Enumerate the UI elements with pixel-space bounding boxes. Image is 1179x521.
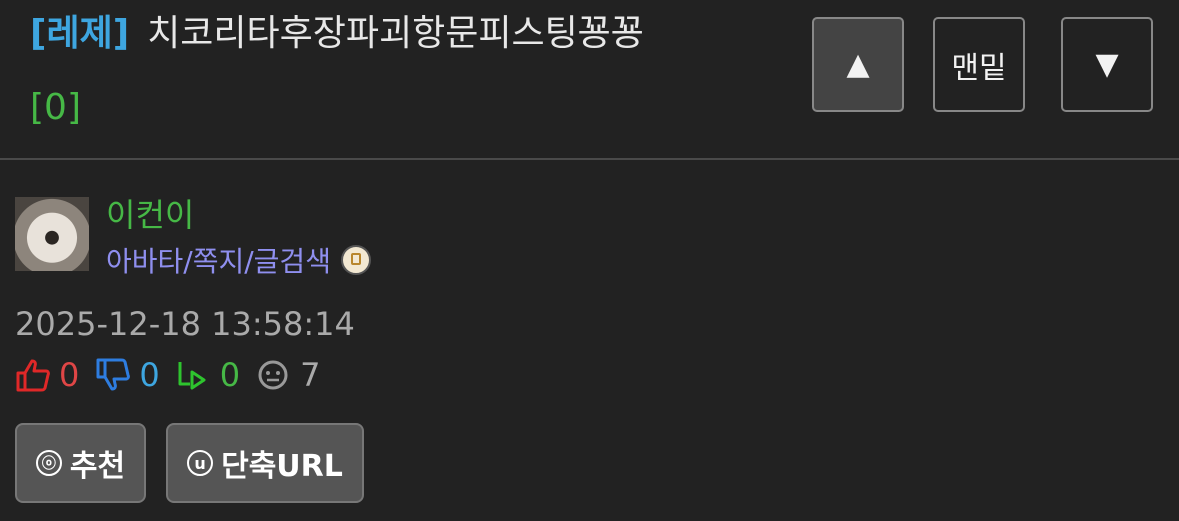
- short-url-icon: u: [187, 450, 214, 476]
- upvote-count: 0: [59, 356, 80, 394]
- recommend-icon: ⓞ: [35, 450, 62, 476]
- short-url-icon-glyph: u: [194, 453, 206, 473]
- share-stat[interactable]: 0: [176, 356, 240, 394]
- upvote-stat[interactable]: 0: [15, 356, 79, 394]
- post-date: 2025-12-18 13:58:14: [15, 305, 355, 343]
- comment-count[interactable]: [0]: [30, 86, 790, 130]
- share-arrow-icon: [178, 362, 206, 390]
- short-url-label: 단축URL: [221, 449, 343, 484]
- header-divider: [0, 158, 1179, 160]
- scroll-down-button[interactable]: ▼: [1061, 17, 1153, 112]
- view-count: 7: [300, 356, 321, 394]
- level-badge-icon: [340, 245, 371, 275]
- short-url-button[interactable]: u 단축URL: [166, 423, 364, 503]
- smiley-icon: [258, 360, 288, 390]
- downvote-stat[interactable]: 0: [95, 356, 160, 394]
- avatar[interactable]: [15, 197, 89, 271]
- views-stat: 7: [256, 356, 320, 394]
- post-tag[interactable]: [레제]: [30, 13, 129, 54]
- downvote-count: 0: [139, 356, 160, 394]
- recommend-button[interactable]: ⓞ 추천: [15, 423, 146, 503]
- post-stats: 0 0 0 7: [15, 356, 336, 394]
- thumbs-up-icon: [16, 359, 50, 392]
- author-links[interactable]: 아바타/쪽지/글검색: [106, 240, 371, 280]
- scroll-up-button[interactable]: ▲: [812, 17, 904, 112]
- post-title: 치코리타후장파괴항문피스팅꾱꾱: [147, 13, 644, 54]
- share-count: 0: [219, 356, 241, 394]
- recommend-icon-glyph: ⓞ: [41, 456, 56, 472]
- author-links-text[interactable]: 아바타/쪽지/글검색: [106, 245, 331, 278]
- recommend-label: 추천: [69, 449, 126, 484]
- author-name[interactable]: 이컨이: [106, 190, 194, 236]
- post-header: [레제] 치코리타후장파괴항문피스팅꾱꾱 [0]: [30, 12, 790, 130]
- scroll-bottom-button[interactable]: 맨밑: [933, 17, 1025, 112]
- post-title-line: [레제] 치코리타후장파괴항문피스팅꾱꾱: [30, 12, 790, 56]
- thumbs-down-icon: [96, 358, 131, 391]
